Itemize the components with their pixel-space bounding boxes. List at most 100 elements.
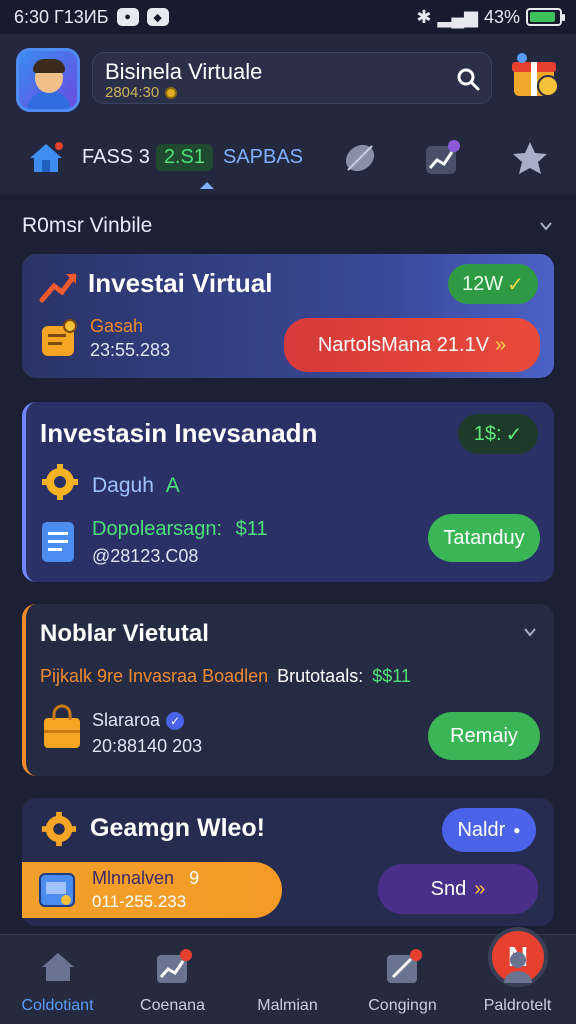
nav-label-home: Coldotiant [21, 997, 94, 1014]
card3-info-line: Pijkalk 9re Invasraa Boadlen Brutotaals:… [40, 666, 411, 687]
investment-card-2[interactable]: Investasin Inevsanadn 1$: ✓ Daguh A Dopo… [22, 402, 554, 582]
investment-card-3[interactable]: Noblar Vietutal Pijkalk 9re Invasraa Boa… [22, 604, 554, 776]
nav-item-tools[interactable]: Congingn [345, 935, 460, 1024]
tabs-row: FASS 3 2.S1 SAPBAS [0, 132, 576, 189]
chevron-down-icon[interactable] [522, 624, 538, 640]
card1-action-label: NartolsMana 21.1V [317, 333, 490, 356]
bluetooth-icon: ✱ [416, 6, 432, 27]
verified-icon: ✓ [166, 711, 185, 730]
card1-value: 23:55.283 [90, 340, 171, 360]
nav-item-home[interactable]: Coldotiant [0, 935, 115, 1024]
search-title: Bisinela Virtuale [105, 59, 263, 84]
section-title: R0msr Vinbile [22, 214, 153, 237]
card3-sub-label: Slararoa ✓ [92, 710, 185, 731]
search-icon[interactable] [455, 66, 481, 92]
header: Bisinela Virtuale 2804:30 FASS 3 2.S1 SA… [0, 34, 576, 194]
card2-detail-label: Dopolearsagn: [92, 518, 223, 540]
chevron-down-icon[interactable] [538, 218, 554, 234]
gear-icon [41, 811, 77, 847]
chevrons-icon: » [495, 333, 507, 356]
investment-card-1[interactable]: Investai Virtual 12W ✓ Gasah 23:55.283 N… [22, 254, 554, 378]
arrow-up-icon [39, 273, 77, 303]
wallet-icon [42, 319, 77, 356]
tools-icon [386, 949, 422, 983]
battery-fill [530, 12, 556, 22]
nav-label-tools: Congingn [368, 997, 437, 1014]
main-content: R0msr Vinbile Investai Virtual 12W ✓ Gas… [0, 196, 576, 934]
chart-icon [156, 949, 192, 983]
tab-label: FASS 3 [82, 146, 150, 168]
nav-label-main: Malmian [257, 997, 318, 1014]
notification-icon: ● [116, 8, 139, 26]
home-icon [41, 953, 74, 981]
card4-purple-label: Snd [430, 877, 467, 900]
tab-indicator [200, 182, 214, 189]
card2-sub-letter: A [165, 474, 180, 497]
card2-detail-amount: $11 [235, 518, 268, 540]
status-time: 6:30 Г13ИБ [14, 6, 109, 27]
card4-blue-label: Naldr [457, 818, 506, 841]
card1-badge: 12W ✓ [448, 264, 538, 304]
card3-action-button[interactable]: Remaiy [428, 712, 540, 760]
card-icon [39, 873, 75, 907]
card1-action-button[interactable]: NartolsMana 21.1V » [284, 318, 540, 372]
card1-badge-text: 12W [462, 272, 504, 295]
card2-sub-label: Daguh A [92, 474, 180, 498]
card1-title: Investai Virtual [88, 268, 273, 298]
card4-blue-button[interactable]: Naldr ● [442, 808, 536, 852]
card2-action-button[interactable]: Tatanduy [428, 514, 540, 562]
search-sub-value: 2804:30 [105, 84, 160, 101]
search-sub: 2804:30 [105, 85, 479, 101]
card3-title: Noblar Vietutal [40, 620, 209, 647]
status-bar: 6:30 Г13ИБ ● ◆ ✱ ▂▄▆ 43% [0, 0, 576, 34]
dot-icon: ● [513, 823, 521, 837]
nav-label-chart: Coenana [140, 997, 205, 1014]
card4-orange-text: Mlnnalven [92, 868, 175, 888]
chevrons-icon: » [474, 877, 486, 900]
star-tab-icon[interactable] [510, 138, 550, 178]
card2-sub-text: Daguh [92, 474, 154, 497]
leaf-tab-icon[interactable] [340, 138, 380, 178]
card2-title: Investasin Inevsanadn [40, 418, 318, 448]
card3-line-orange: Pijkalk 9re Invasraa Boadlen [40, 666, 269, 686]
tab-secondary[interactable]: SAPBAS [223, 146, 303, 169]
investment-card-4[interactable]: Geamgn Wleo! Naldr ● Mlnnalven 9 011-255… [22, 798, 554, 926]
gear-icon [42, 464, 78, 500]
card3-line-white: Brutotaals: [277, 666, 364, 686]
avatar[interactable] [16, 48, 80, 112]
app-notification-icon: ◆ [146, 8, 169, 26]
battery-icon [526, 8, 565, 26]
card4-orange-num: 9 [189, 868, 200, 888]
card2-badge-text: 1$: [473, 422, 502, 445]
search-box[interactable]: Bisinela Virtuale 2804:30 [92, 52, 492, 104]
tab-number: 2.S1 [155, 144, 213, 171]
card3-value: 20:88140 203 [92, 736, 203, 756]
nav-label-profile: Paldrotelt [483, 997, 552, 1014]
card2-value: @28123.C08 [92, 546, 199, 566]
document-icon [42, 522, 74, 562]
coin-icon [165, 87, 178, 99]
chart-tab-icon[interactable] [422, 138, 462, 178]
nav-item-chart[interactable]: Coenana [115, 935, 230, 1024]
card4-orange-label: Mlnnalven 9 [92, 868, 199, 889]
card4-purple-button[interactable]: Snd » [378, 864, 538, 914]
card2-detail: Dopolearsagn: $11 [92, 518, 268, 541]
nav-item-main[interactable]: N Malmian [230, 927, 548, 1024]
tab-status[interactable]: FASS 3 2.S1 SAPBAS [82, 144, 303, 171]
card4-orange-panel[interactable]: Mlnnalven 9 011-255.233 [22, 862, 282, 918]
bottom-nav: Coldotiant Coenana N Malmian Congingn Pa… [0, 927, 576, 1024]
signal-icon: ▂▄▆ [437, 6, 478, 27]
home-tab-icon[interactable] [26, 138, 66, 176]
shopping-bag-icon [44, 704, 80, 748]
card3-sub-text: Slararoa [92, 710, 161, 730]
card3-line-green: $$11 [372, 666, 411, 686]
check-icon: ✓ [507, 273, 524, 296]
card4-title: Geamgn Wleo! [90, 814, 266, 842]
battery-percent: 43% [483, 6, 520, 27]
card1-sub-label: Gasah [90, 316, 144, 336]
card4-orange-value: 011-255.233 [92, 892, 187, 911]
avatar-hair [33, 59, 65, 73]
nav-item-profile[interactable]: Paldrotelt [460, 935, 575, 1024]
card2-badge: 1$: ✓ [458, 414, 538, 454]
gift-icon[interactable] [508, 48, 562, 102]
